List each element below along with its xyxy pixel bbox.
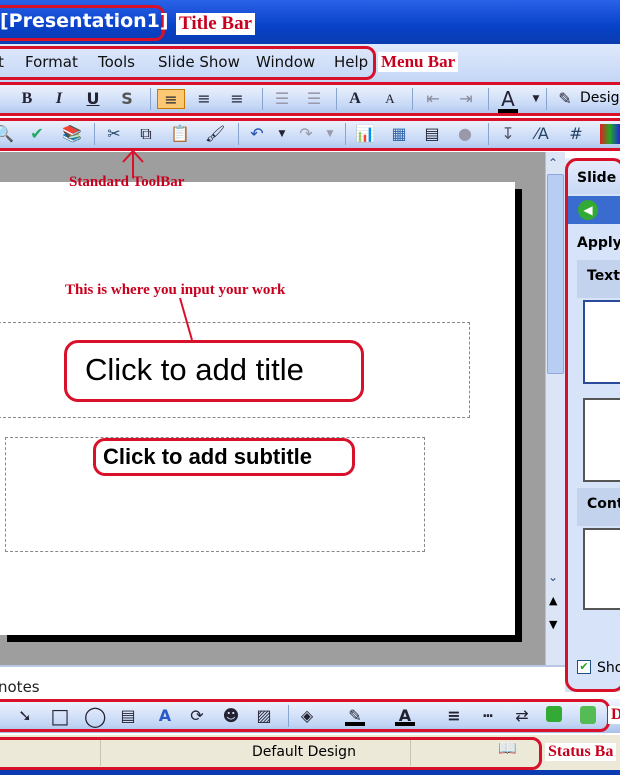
drawing-toolbar-annotation: D [608,706,620,724]
task-pane-highlight [565,158,620,692]
status-bar-highlight [0,737,542,770]
status-bar: Default Design 📖 Status Ba [0,735,620,770]
input-annotation-line [179,297,193,341]
status-bar-annotation: Status Ba [545,743,617,761]
drawing-toolbar: ➘ □ ◯ ▤ A ⟳ ☻ ▨ ◈ ✎ A ≡ ┅ ⇄ D [0,699,620,733]
next-slide-icon[interactable]: ▼ [549,618,557,631]
notes-pane[interactable]: notes [0,665,565,699]
vertical-scrollbar[interactable]: ⌃ ⌄ ▲ ▼ [545,152,565,665]
standard-toolbar-annotation: Standard ToolBar [69,174,185,190]
annotation-arrows [122,149,193,341]
scroll-thumb[interactable] [547,174,564,374]
scroll-down-icon[interactable]: ⌄ [548,570,558,584]
previous-slide-icon[interactable]: ▲ [549,594,557,607]
notes-placeholder: notes [0,678,40,696]
scroll-up-icon[interactable]: ⌃ [548,156,558,170]
drawing-toolbar-highlight [0,699,610,732]
task-pane: Slide ◀ Apply Text Cont ✔ Sho [565,158,620,692]
window-bottom-border [0,770,620,775]
